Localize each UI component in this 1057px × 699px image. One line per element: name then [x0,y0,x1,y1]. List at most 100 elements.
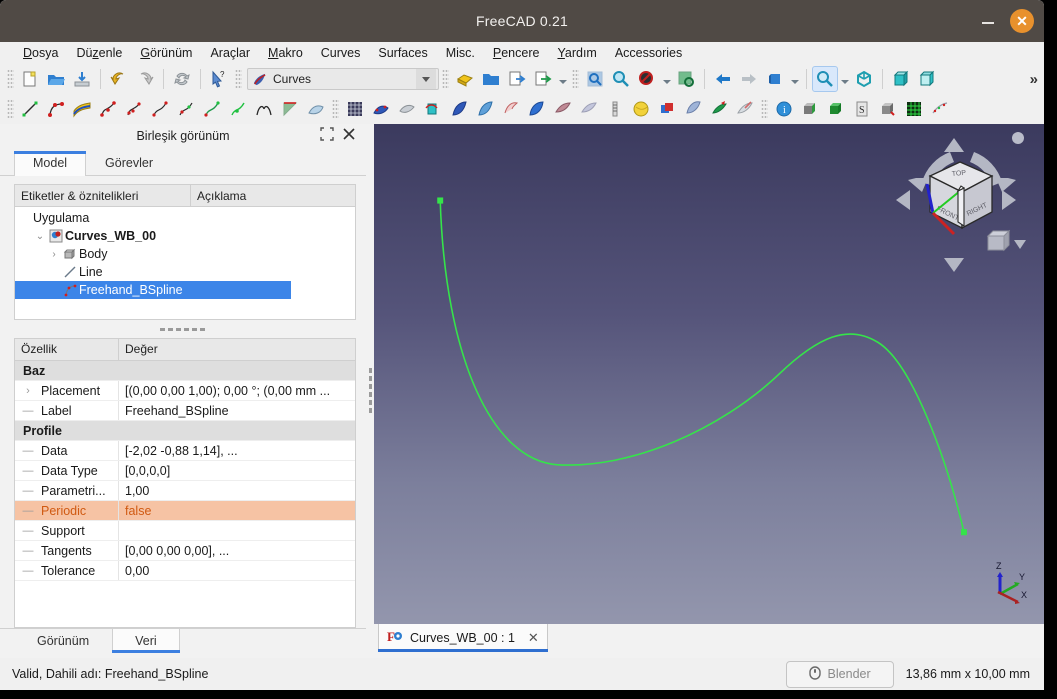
pipeshell-icon[interactable] [420,96,446,122]
point-cloud-icon[interactable] [927,96,953,122]
toolbar-grip[interactable] [761,99,768,119]
menu-item-surfaces[interactable]: Surfaces [369,44,436,62]
panel-splitter-vertical[interactable] [366,124,374,658]
property-expander[interactable]: — [15,525,41,537]
profile-support-icon[interactable] [368,96,394,122]
property-expander[interactable]: — [15,565,41,577]
property-row-data[interactable]: — Data [-2,02 -0,88 1,14], ... [15,441,355,461]
chevron-down-icon[interactable] [838,66,851,92]
document-tab-close-icon[interactable]: ✕ [528,630,539,646]
box-red-arrow-icon[interactable] [875,96,901,122]
minimize-button[interactable] [980,13,996,29]
menu-item-yardm[interactable]: Yardım [548,44,605,62]
refresh-icon[interactable] [169,66,195,92]
property-row-parametri[interactable]: — Parametri... 1,00 [15,481,355,501]
segment-surface-icon[interactable] [498,96,524,122]
std-view-fit-all-icon[interactable] [608,66,634,92]
menu-item-grnm[interactable]: Görünüm [131,44,201,62]
view-forward-icon[interactable] [736,66,762,92]
view-top-icon[interactable] [914,66,940,92]
tree-expander[interactable]: ⌄ [33,231,47,242]
close-icon[interactable] [342,127,356,144]
line-icon[interactable] [17,96,43,122]
mixed-curve-icon[interactable] [277,96,303,122]
extract-icon[interactable] [706,96,732,122]
property-row-datatype[interactable]: — Data Type [0,0,0,0] [15,461,355,481]
property-editor[interactable]: Özellik Değer Baz › Placement [(0,00 0,00 1… [14,338,356,628]
toolbar-grip[interactable] [7,99,14,119]
menu-item-accessories[interactable]: Accessories [606,44,691,62]
gordon-surface-icon[interactable] [394,96,420,122]
create-group-icon[interactable] [478,66,504,92]
toolbar-overflow-button[interactable]: » [1030,71,1044,88]
property-value[interactable]: 0,00 [119,561,355,580]
undo-icon[interactable] [106,66,132,92]
isocurves-icon[interactable] [342,96,368,122]
property-value[interactable]: false [119,501,355,520]
property-value[interactable] [119,521,355,540]
property-expander[interactable]: — [15,505,41,517]
comp-info-icon[interactable] [628,96,654,122]
toolbar-grip[interactable] [572,69,579,89]
document-tab[interactable]: F Curves_WB_00 : 1 ✕ [378,624,548,652]
box-green-icon[interactable] [797,96,823,122]
panel-splitter-horizontal[interactable] [0,320,366,338]
model-tree[interactable]: Etiketler & öznitelikleri Açıklama Uygul… [14,184,356,320]
open-document-icon[interactable] [43,66,69,92]
property-value[interactable]: [-2,02 -0,88 1,14], ... [119,441,355,460]
menu-item-makro[interactable]: Makro [259,44,312,62]
tab-görevler[interactable]: Görevler [86,151,172,175]
undock-icon[interactable] [320,127,334,144]
property-value[interactable]: [0,00 0,00 0,00], ... [119,541,355,560]
tree-item-uygulama[interactable]: Uygulama [15,209,355,227]
property-expander[interactable]: — [15,405,41,417]
3d-viewport[interactable]: TOP FRONT RIGHT Z Y X [374,124,1044,624]
menu-item-misc[interactable]: Misc. [437,44,484,62]
grid-icon[interactable] [901,96,927,122]
std-view-box-zoom-icon[interactable] [634,66,660,92]
tree-item-curves-wb-00[interactable]: ⌄ Curves_WB_00 [15,227,355,245]
view-back-icon[interactable] [710,66,736,92]
view-front-icon[interactable] [888,66,914,92]
navigation-style-button[interactable]: Blender [785,660,894,688]
menu-item-curves[interactable]: Curves [312,44,370,62]
property-expander[interactable]: — [15,445,41,457]
property-value[interactable]: Freehand_BSpline [119,401,355,420]
menu-item-pencere[interactable]: Pencere [484,44,549,62]
info-icon[interactable]: i [771,96,797,122]
property-value[interactable]: [0,0,0,0] [119,461,355,480]
compound-filter-icon[interactable] [680,96,706,122]
sweep2rails-icon[interactable] [303,96,329,122]
bspline-icon[interactable] [43,96,69,122]
approximate-curve-icon[interactable] [121,96,147,122]
parametric-blend-curve-icon[interactable] [147,96,173,122]
redo-icon[interactable] [132,66,158,92]
flatten-face-icon[interactable] [524,96,550,122]
tree-item-body[interactable]: › Body [15,245,355,263]
property-row-periodic[interactable]: — Periodic false [15,501,355,521]
tree-item-freehand-bspline[interactable]: Freehand_BSpline [15,281,291,299]
property-row-label[interactable]: — Label Freehand_BSpline [15,401,355,421]
property-expander[interactable]: › [15,385,41,397]
curve-extend-icon[interactable] [173,96,199,122]
toolbar-grip[interactable] [332,99,339,119]
join-curve-icon[interactable] [199,96,225,122]
new-document-icon[interactable] [17,66,43,92]
solid-box-icon[interactable] [823,96,849,122]
chevron-down-icon[interactable] [416,69,436,89]
std-view-fit-selection-icon[interactable] [582,66,608,92]
sublink-icon[interactable] [472,96,498,122]
toolbar-grip[interactable] [442,69,449,89]
property-row-tangents[interactable]: — Tangents [0,00 0,00 0,00], ... [15,541,355,561]
reparametrize-icon[interactable] [550,96,576,122]
paste-icon[interactable] [732,96,758,122]
property-row-support[interactable]: — Support [15,521,355,541]
property-row-tolerance[interactable]: — Tolerance 0,00 [15,561,355,581]
toolbar-grip[interactable] [7,69,14,89]
property-expander[interactable]: — [15,545,41,557]
solid-icon[interactable] [654,96,680,122]
curve-on-surface-icon[interactable] [576,96,602,122]
script-icon[interactable]: S [849,96,875,122]
view-axonometric-icon[interactable] [851,66,877,92]
bottom-tab-görünüm[interactable]: Görünüm [14,629,112,653]
